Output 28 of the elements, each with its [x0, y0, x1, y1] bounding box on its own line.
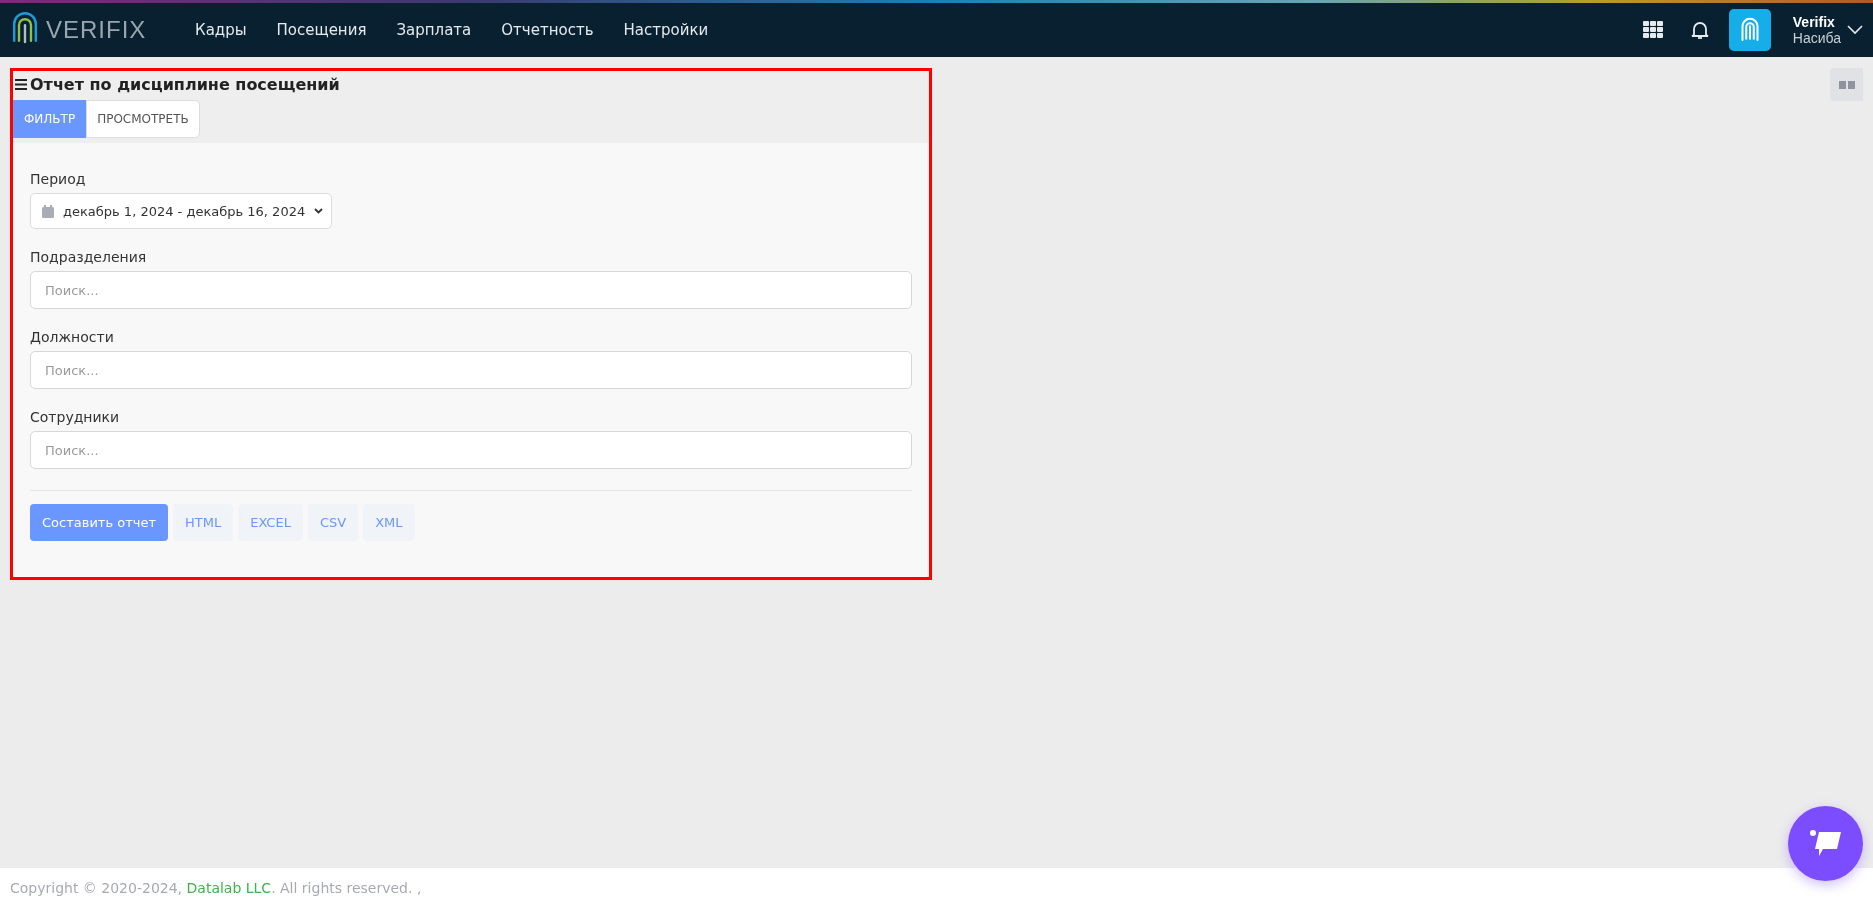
page-title: Отчет по дисциплине посещений	[30, 75, 340, 94]
calendar-icon	[42, 204, 54, 218]
chat-button[interactable]	[1788, 806, 1863, 881]
field-label: Подразделения	[30, 249, 148, 265]
nav-link[interactable]: Кадры	[182, 13, 260, 47]
apps-grid-icon[interactable]	[1642, 21, 1663, 39]
user-name: Насиба	[1792, 30, 1841, 46]
copyright-text: Copyright © 2020-2024, Datalab LLC. All rights reserved. ,	[10, 880, 422, 896]
nav-link[interactable]: Настройки	[610, 13, 722, 47]
nav-link[interactable]: Отчетность	[488, 13, 607, 47]
field-label: Сотрудники	[30, 409, 121, 425]
menu-icon[interactable]	[15, 79, 27, 90]
chevron-down-icon	[1847, 25, 1863, 35]
search-field[interactable]: Поиск...	[30, 351, 912, 389]
search-field[interactable]: Поиск...	[30, 271, 912, 309]
field-label: Период	[30, 171, 87, 187]
search-field[interactable]: Поиск...	[30, 431, 912, 469]
logo-text: VERIFIX	[46, 16, 147, 44]
company-name: Verifix	[1792, 14, 1835, 30]
tab[interactable]: ПРОСМОТРЕТЬ	[86, 100, 200, 138]
field-label: Должности	[30, 329, 115, 345]
date-range-picker[interactable]: декабрь 1, 2024 - декабрь 16, 2024	[30, 193, 333, 229]
chevron-down-icon	[314, 208, 324, 214]
user-menu[interactable]: Verifix Насиба	[1792, 14, 1863, 46]
notification-bell-icon[interactable]	[1690, 20, 1709, 40]
user-avatar[interactable]	[1728, 9, 1771, 51]
nav-link[interactable]: Зарплата	[383, 13, 485, 47]
nav-link[interactable]: Посещения	[263, 13, 380, 47]
